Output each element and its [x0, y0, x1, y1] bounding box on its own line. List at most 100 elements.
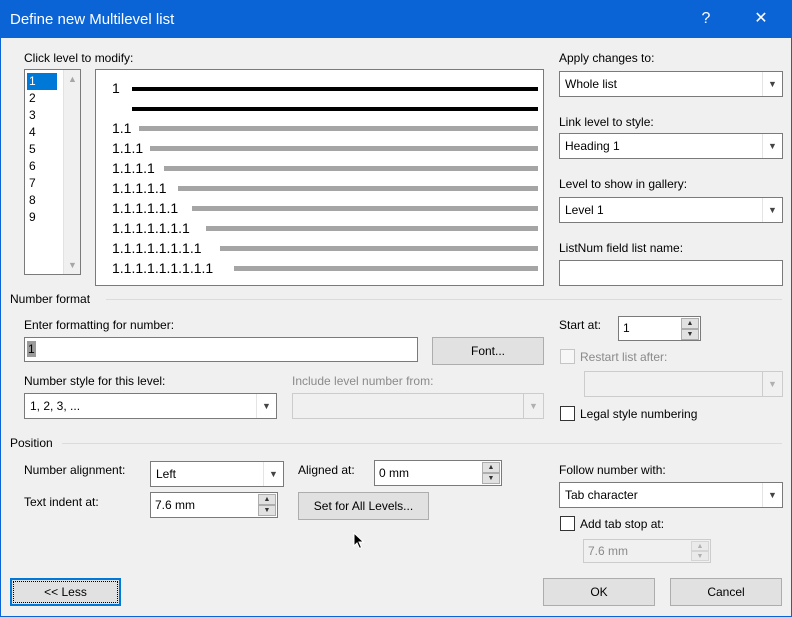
preview-label-3: 1.1.1	[112, 140, 144, 156]
dialog-title: Define new Multilevel list	[10, 11, 175, 28]
chevron-down-icon[interactable]: ▼	[523, 394, 543, 418]
preview-line-1b	[132, 107, 538, 111]
level-item-4[interactable]: 4	[27, 124, 57, 141]
spin-up-icon[interactable]: ▲	[482, 462, 500, 473]
chevron-down-icon[interactable]: ▼	[64, 260, 81, 270]
apply-changes-dropdown[interactable]: Whole list ▼	[559, 71, 783, 97]
chevron-down-icon[interactable]: ▼	[762, 134, 782, 158]
number-alignment-label: Number alignment:	[24, 463, 126, 477]
preview-label-6: 1.1.1.1.1.1	[112, 200, 179, 216]
spin-down-icon[interactable]: ▼	[681, 329, 699, 340]
legal-style-checkbox[interactable]	[560, 406, 575, 421]
position-section: Position	[10, 436, 53, 450]
tab-stop-spinner[interactable]: 7.6 mm ▲ ▼	[583, 539, 711, 563]
gallery-level-dropdown[interactable]: Level 1 ▼	[559, 197, 783, 223]
preview-line-6	[192, 206, 538, 211]
enter-format-input[interactable]: 1	[24, 337, 418, 362]
chevron-down-icon[interactable]: ▼	[762, 72, 782, 96]
level-list-label: Click level to modify:	[24, 51, 134, 65]
restart-list-dropdown[interactable]: ▼	[584, 371, 783, 397]
font-button[interactable]: Font...	[432, 337, 544, 365]
level-listbox[interactable]: 1 2 3 4 5 6 7 8 9 ▲ ▼	[24, 69, 81, 275]
listnum-input[interactable]	[559, 260, 783, 286]
spin-up-icon[interactable]: ▲	[681, 318, 699, 329]
level-list-scrollbar[interactable]: ▲ ▼	[63, 70, 80, 274]
restart-list-checkbox[interactable]	[560, 349, 575, 364]
level-item-2[interactable]: 2	[27, 90, 57, 107]
preview-line-2	[139, 126, 538, 131]
level-item-1[interactable]: 1	[27, 73, 57, 90]
follow-number-value: Tab character	[565, 488, 638, 502]
follow-number-label: Follow number with:	[559, 463, 666, 477]
set-for-all-levels-label: Set for All Levels...	[313, 499, 414, 513]
focus-indicator	[13, 581, 118, 603]
include-level-label: Include level number from:	[292, 374, 434, 388]
start-at-spinner[interactable]: 1 ▲ ▼	[618, 316, 701, 341]
spin-up-icon[interactable]: ▲	[258, 494, 276, 505]
preview-line-9	[234, 266, 538, 271]
position-divider	[62, 443, 782, 444]
chevron-down-icon[interactable]: ▼	[762, 372, 782, 396]
title-bar: Define new Multilevel list ? ✕	[0, 0, 792, 38]
preview-label-9: 1.1.1.1.1.1.1.1.1	[112, 260, 214, 276]
number-alignment-value: Left	[156, 467, 177, 481]
chevron-down-icon[interactable]: ▼	[263, 462, 283, 486]
link-level-label: Link level to style:	[559, 115, 654, 129]
preview-line-4	[164, 166, 538, 171]
ok-button[interactable]: OK	[543, 578, 655, 606]
level-item-7[interactable]: 7	[27, 175, 57, 192]
level-item-8[interactable]: 8	[27, 192, 57, 209]
aligned-at-spinner[interactable]: 0 mm ▲ ▼	[374, 460, 502, 486]
include-level-dropdown[interactable]: ▼	[292, 393, 544, 419]
chevron-down-icon[interactable]: ▼	[256, 394, 276, 418]
level-item-3[interactable]: 3	[27, 107, 57, 124]
level-item-6[interactable]: 6	[27, 158, 57, 175]
format-number-field[interactable]: 1	[27, 341, 36, 357]
text-indent-label: Text indent at:	[24, 495, 99, 509]
preview-line-7	[206, 226, 538, 231]
set-for-all-levels-button[interactable]: Set for All Levels...	[298, 492, 429, 520]
number-style-label: Number style for this level:	[24, 374, 166, 388]
restart-list-label: Restart list after:	[580, 350, 668, 364]
preview-line-5	[178, 186, 538, 191]
follow-number-dropdown[interactable]: Tab character ▼	[559, 482, 783, 508]
font-button-label: Font...	[470, 344, 505, 358]
start-at-value: 1	[623, 321, 630, 335]
number-style-value: 1, 2, 3, ...	[30, 399, 81, 413]
preview-label-7: 1.1.1.1.1.1.1	[112, 220, 190, 236]
chevron-up-icon[interactable]: ▲	[64, 74, 81, 84]
link-level-dropdown[interactable]: Heading 1 ▼	[559, 133, 783, 159]
gallery-level-value: Level 1	[565, 203, 604, 217]
preview-line-1	[132, 87, 538, 91]
chevron-down-icon[interactable]: ▼	[762, 483, 782, 507]
text-indent-spinner[interactable]: 7.6 mm ▲ ▼	[150, 492, 278, 518]
cancel-button-label: Cancel	[707, 585, 745, 599]
level-item-5[interactable]: 5	[27, 141, 57, 158]
start-at-label: Start at:	[559, 318, 602, 332]
apply-changes-label: Apply changes to:	[559, 51, 655, 65]
spin-down-icon[interactable]: ▼	[258, 505, 276, 516]
chevron-down-icon[interactable]: ▼	[762, 198, 782, 222]
preview-label-1: 1	[112, 80, 120, 96]
preview-label-8: 1.1.1.1.1.1.1.1	[112, 240, 202, 256]
listnum-label: ListNum field list name:	[559, 241, 684, 255]
close-button[interactable]: ✕	[738, 0, 784, 38]
preview-label-2: 1.1	[112, 120, 132, 136]
number-format-divider	[106, 299, 782, 300]
list-preview: 1 1.1 1.1.1 1.1.1.1 1.1.1.1.1 1.1.1.1.1.…	[95, 69, 544, 286]
define-multilevel-list-dialog: Define new Multilevel list ? ✕ Click lev…	[0, 0, 792, 617]
spin-up-icon[interactable]: ▲	[691, 541, 709, 551]
spin-down-icon[interactable]: ▼	[691, 551, 709, 561]
add-tab-stop-checkbox[interactable]	[560, 516, 575, 531]
number-alignment-dropdown[interactable]: Left ▼	[150, 461, 284, 487]
preview-line-3	[150, 146, 538, 151]
link-level-value: Heading 1	[565, 139, 620, 153]
cancel-button[interactable]: Cancel	[670, 578, 782, 606]
add-tab-stop-label: Add tab stop at:	[580, 517, 665, 531]
number-style-dropdown[interactable]: 1, 2, 3, ... ▼	[24, 393, 277, 419]
help-button[interactable]: ?	[683, 0, 729, 38]
preview-label-4: 1.1.1.1	[112, 160, 155, 176]
less-button[interactable]: << Less	[10, 578, 121, 606]
level-item-9[interactable]: 9	[27, 209, 57, 226]
spin-down-icon[interactable]: ▼	[482, 473, 500, 484]
